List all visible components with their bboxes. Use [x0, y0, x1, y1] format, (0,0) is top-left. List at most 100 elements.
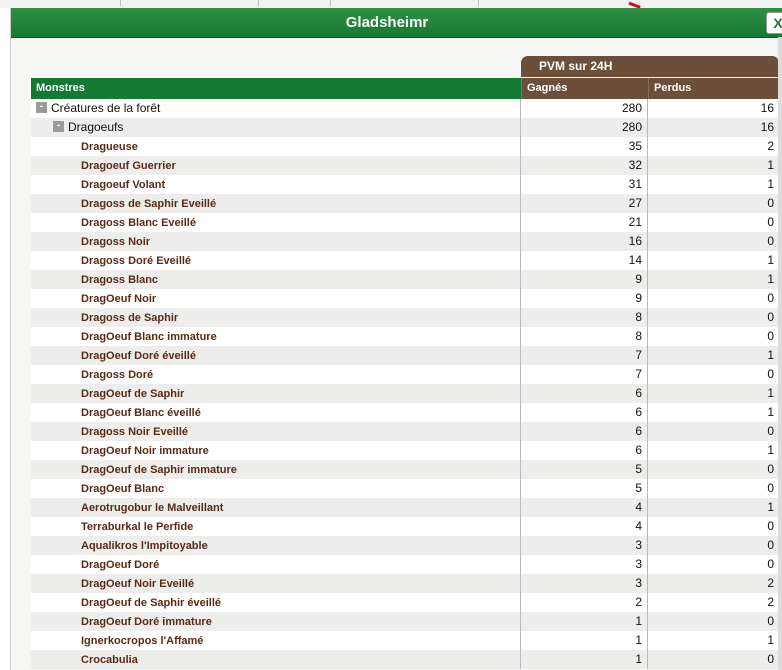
- monster-name[interactable]: Dragoss Noir: [81, 236, 150, 248]
- table-row[interactable]: DragOeuf Doré éveillé 7 1: [31, 346, 779, 365]
- collapse-icon[interactable]: -: [53, 121, 64, 133]
- table-row[interactable]: DragOeuf Noir Eveillé 3 2: [31, 574, 779, 593]
- stats-dialog: Gladsheimr X PVM sur 24H Monstres Gagnés…: [10, 8, 782, 670]
- monster-name[interactable]: DragOeuf Doré immature: [81, 616, 212, 628]
- background-cell: [120, 0, 255, 6]
- table-row[interactable]: DragOeuf Noir 9 0: [31, 289, 779, 308]
- monster-name[interactable]: DragOeuf Noir immature: [81, 445, 209, 457]
- monster-name[interactable]: Aqualikros l'Impitoyable: [81, 540, 208, 552]
- table-row[interactable]: DragOeuf Doré 3 0: [31, 555, 779, 574]
- monster-name[interactable]: DragOeuf de Saphir immature: [81, 464, 237, 476]
- category-perdus: 16: [760, 101, 774, 115]
- background-cell: [330, 0, 475, 6]
- table-row[interactable]: Aqualikros l'Impitoyable 3 0: [31, 536, 779, 555]
- column-header-gagnes[interactable]: Gagnés: [521, 78, 648, 99]
- table-row[interactable]: Dragoss Doré Eveillé 14 1: [31, 251, 779, 270]
- monster-name[interactable]: DragOeuf de Saphir: [81, 388, 184, 400]
- monster-name[interactable]: Crocabulia: [81, 654, 138, 666]
- monster-name[interactable]: Terraburkal le Perfide: [81, 521, 193, 533]
- monster-perdus: 0: [767, 557, 774, 571]
- monster-name[interactable]: Dragoss de Saphir Eveillé: [81, 198, 216, 210]
- monster-name[interactable]: Aerotrugobur le Malveillant: [81, 502, 223, 514]
- table-row[interactable]: DragOeuf Blanc immature 8 0: [31, 327, 779, 346]
- monster-name[interactable]: Dragoss Blanc Eveillé: [81, 217, 196, 229]
- monster-name[interactable]: DragOeuf Doré éveillé: [81, 350, 196, 362]
- monster-perdus: 0: [767, 481, 774, 495]
- monster-perdus: 2: [767, 139, 774, 153]
- table-row[interactable]: Dragoss Noir 16 0: [31, 232, 779, 251]
- monster-name[interactable]: Dragoeuf Volant: [81, 179, 165, 191]
- table-row[interactable]: Dragoss Blanc Eveillé 21 0: [31, 213, 779, 232]
- table-row[interactable]: DragOeuf Blanc éveillé 6 1: [31, 403, 779, 422]
- table-row[interactable]: Dragoss de Saphir 8 0: [31, 308, 779, 327]
- monster-perdus: 1: [767, 443, 774, 457]
- collapse-icon[interactable]: -: [36, 102, 47, 114]
- table-row[interactable]: Aerotrugobur le Malveillant 4 1: [31, 498, 779, 517]
- monster-gagnes: 6: [521, 441, 648, 460]
- column-header-row: Monstres Gagnés Perdus: [31, 78, 779, 99]
- monster-gagnes: 6: [521, 384, 648, 403]
- monster-name[interactable]: Dragueuse: [81, 141, 138, 153]
- table-row[interactable]: DragOeuf de Saphir immature 5 0: [31, 460, 779, 479]
- monster-name[interactable]: DragOeuf Blanc éveillé: [81, 407, 201, 419]
- monster-gagnes: 3: [521, 574, 648, 593]
- monster-name[interactable]: Dragoeuf Guerrier: [81, 160, 176, 172]
- monster-name[interactable]: Dragoss Doré: [81, 369, 153, 381]
- monster-perdus: 0: [767, 215, 774, 229]
- monster-name[interactable]: DragOeuf Noir Eveillé: [81, 578, 194, 590]
- monster-perdus: 0: [767, 519, 774, 533]
- table-row[interactable]: DragOeuf Noir immature 6 1: [31, 441, 779, 460]
- table-row[interactable]: Dragoss Blanc 9 1: [31, 270, 779, 289]
- close-button[interactable]: X: [766, 12, 782, 34]
- monster-perdus: 1: [767, 405, 774, 419]
- monster-perdus: 1: [767, 633, 774, 647]
- monster-perdus: 0: [767, 329, 774, 343]
- monster-name[interactable]: DragOeuf Noir: [81, 293, 156, 305]
- background-page-strip: [0, 0, 782, 8]
- table-row[interactable]: Dragueuse 35 2: [31, 137, 779, 156]
- table-row[interactable]: Dragoss Doré 7 0: [31, 365, 779, 384]
- monster-gagnes: 6: [521, 403, 648, 422]
- monster-perdus: 1: [767, 386, 774, 400]
- table-row[interactable]: Dragoss Noir Eveillé 6 0: [31, 422, 779, 441]
- scrollbar[interactable]: [778, 37, 782, 670]
- background-cell: [258, 0, 333, 6]
- monster-perdus: 1: [767, 253, 774, 267]
- monster-name[interactable]: DragOeuf Blanc: [81, 483, 164, 495]
- table-row[interactable]: Dragoeuf Guerrier 32 1: [31, 156, 779, 175]
- monster-gagnes: 21: [521, 213, 648, 232]
- monster-perdus: 0: [767, 424, 774, 438]
- group-gagnes: 280: [521, 118, 648, 137]
- monster-gagnes: 5: [521, 460, 648, 479]
- monster-name[interactable]: Dragoss de Saphir: [81, 312, 178, 324]
- monster-gagnes: 31: [521, 175, 648, 194]
- column-header-monstres[interactable]: Monstres: [31, 78, 521, 99]
- column-header-perdus[interactable]: Perdus: [648, 78, 779, 99]
- monster-name[interactable]: DragOeuf de Saphir éveillé: [81, 597, 221, 609]
- monster-gagnes: 1: [521, 612, 648, 631]
- table-row[interactable]: DragOeuf Doré immature 1 0: [31, 612, 779, 631]
- monster-name[interactable]: DragOeuf Blanc immature: [81, 331, 217, 343]
- monster-name[interactable]: Dragoss Doré Eveillé: [81, 255, 191, 267]
- dialog-title: Gladsheimr: [345, 14, 429, 31]
- monster-name[interactable]: Dragoss Blanc: [81, 274, 158, 286]
- table-row[interactable]: DragOeuf de Saphir éveillé 2 2: [31, 593, 779, 612]
- monster-gagnes: 16: [521, 232, 648, 251]
- table-row[interactable]: DragOeuf de Saphir 6 1: [31, 384, 779, 403]
- monster-gagnes: 4: [521, 517, 648, 536]
- monster-gagnes: 1: [521, 650, 648, 669]
- monster-name[interactable]: Dragoss Noir Eveillé: [81, 426, 188, 438]
- table-row[interactable]: DragOeuf Blanc 5 0: [31, 479, 779, 498]
- table-row[interactable]: Crocabulia 1 0: [31, 650, 779, 669]
- table-row[interactable]: Dragoeuf Volant 31 1: [31, 175, 779, 194]
- monster-gagnes: 1: [521, 631, 648, 650]
- table-row[interactable]: Dragoss de Saphir Eveillé 27 0: [31, 194, 779, 213]
- table-row[interactable]: Ignerkocropos l'Affamé 1 1: [31, 631, 779, 650]
- monster-gagnes: 32: [521, 156, 648, 175]
- table-row[interactable]: Terraburkal le Perfide 4 0: [31, 517, 779, 536]
- monster-gagnes: 8: [521, 308, 648, 327]
- monster-name[interactable]: Ignerkocropos l'Affamé: [81, 635, 203, 647]
- monster-name[interactable]: DragOeuf Doré: [81, 559, 159, 571]
- monster-gagnes: 6: [521, 422, 648, 441]
- monster-gagnes: 35: [521, 137, 648, 156]
